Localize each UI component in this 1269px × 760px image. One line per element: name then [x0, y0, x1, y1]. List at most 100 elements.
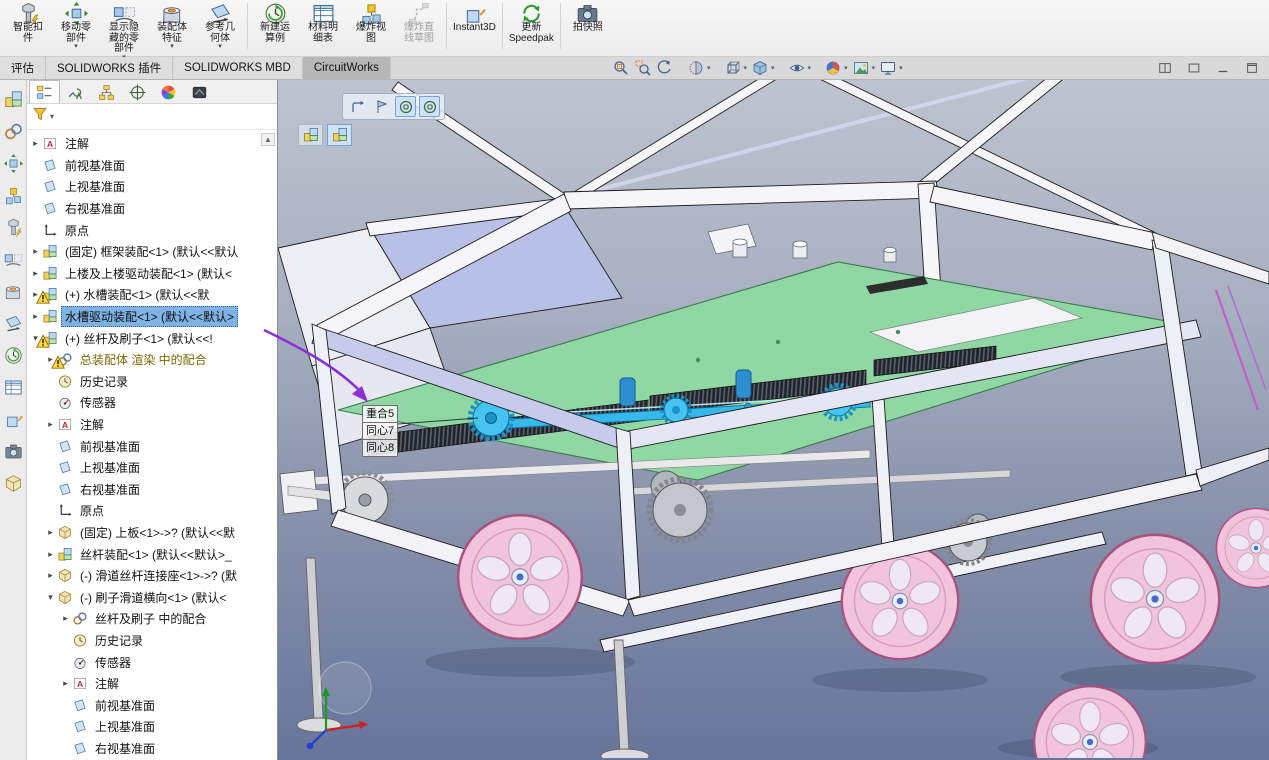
- tree-item[interactable]: 前视基准面: [27, 155, 277, 177]
- ribbon-button-explode-line-sketch[interactable]: 爆炸直 线草图: [395, 0, 443, 56]
- dropdown-caret-icon[interactable]: ▾: [218, 43, 222, 50]
- ribbon-button-exploded-view[interactable]: 爆炸视图: [347, 0, 395, 56]
- tree-item[interactable]: 上视基准面: [27, 457, 277, 479]
- component-pattern-button[interactable]: [4, 186, 23, 205]
- mate-callout-line[interactable]: 同心8: [362, 439, 399, 457]
- hide-show-items-caret-icon[interactable]: ▾: [808, 64, 812, 72]
- ribbon-button-take-snapshot[interactable]: 拍快照: [564, 0, 612, 56]
- expand-arrow-icon[interactable]: ▸: [59, 613, 72, 624]
- tree-item[interactable]: ▸ 水槽驱动装配<1> (默认<<默认>: [27, 306, 277, 328]
- ribbon-button-assembly-features[interactable]: 装配体 特征 ▾: [148, 0, 196, 56]
- tree-item[interactable]: 上视基准面: [27, 176, 277, 198]
- filter-funnel-icon[interactable]: [32, 106, 48, 127]
- exploded-view-button[interactable]: [4, 410, 23, 429]
- split-view-icon[interactable]: [1155, 58, 1175, 78]
- tree-item[interactable]: ▸ 丝杆装配<1> (默认<<默认>_: [27, 543, 277, 565]
- mate-button[interactable]: [4, 122, 23, 141]
- tree-item[interactable]: ▸ 上楼及上楼驱动装配<1> (默认<: [27, 263, 277, 285]
- section-view-caret-icon[interactable]: ▾: [707, 64, 711, 72]
- expand-arrow-icon[interactable]: ▸: [29, 246, 42, 257]
- tree-item[interactable]: 历史记录: [27, 371, 277, 393]
- mate-callout[interactable]: 重合5 同心7 同心8: [362, 405, 399, 457]
- pin-context[interactable]: [347, 96, 368, 117]
- edit-appearance-caret-icon[interactable]: ▾: [844, 64, 848, 72]
- ribbon-button-new-motion-study[interactable]: 新建运 算例: [251, 0, 299, 56]
- zoom-fit[interactable]: [611, 58, 631, 78]
- magenta-rods[interactable]: [1214, 285, 1267, 411]
- view-orientation[interactable]: [723, 58, 743, 78]
- tree-item[interactable]: 传感器: [27, 651, 277, 673]
- tree-item[interactable]: ▸ 总装配体 渲染 中的配合: [27, 349, 277, 371]
- expand-arrow-icon[interactable]: ▸: [44, 549, 57, 560]
- view-settings-caret-icon[interactable]: ▾: [899, 64, 903, 72]
- tree-item[interactable]: 上视基准面: [27, 716, 277, 738]
- ribbon-button-instant3d[interactable]: Instant3D: [450, 0, 499, 56]
- tree-scroll-up-button[interactable]: ▲: [261, 133, 275, 146]
- panel-tab-featuremanager-tree[interactable]: [29, 80, 60, 103]
- deck-cylinders[interactable]: [707, 223, 897, 263]
- insert-component-button[interactable]: [4, 90, 23, 109]
- expand-arrow-icon[interactable]: ▸: [44, 527, 57, 538]
- ribbon-button-bill-of-materials[interactable]: 材料明 细表: [299, 0, 347, 56]
- tree-item[interactable]: 右视基准面: [27, 198, 277, 220]
- panel-tab-ceswb-manager[interactable]: [184, 80, 215, 103]
- new-motion-study-button[interactable]: [4, 346, 23, 365]
- ribbon-button-reference-geometry[interactable]: 参考几 何体 ▾: [196, 0, 244, 56]
- panel-tab-dimxpertmanager[interactable]: [122, 80, 153, 103]
- part-button[interactable]: [4, 474, 23, 493]
- view-settings[interactable]: [878, 58, 898, 78]
- graphics-area[interactable]: 重合5 同心7 同心8: [278, 80, 1269, 760]
- previous-view[interactable]: [655, 58, 675, 78]
- reference-geometry-button[interactable]: [4, 314, 23, 333]
- tree-item[interactable]: ▾ (+) 丝杆及刷子<1> (默认<<!: [27, 327, 277, 349]
- gray-gear-cluster-center[interactable]: [646, 470, 714, 544]
- display-style-caret-icon[interactable]: ▾: [771, 64, 775, 72]
- dropdown-caret-icon[interactable]: ▾: [74, 43, 78, 50]
- apply-scene-caret-icon[interactable]: ▾: [872, 64, 876, 72]
- wheel-right[interactable]: [1089, 533, 1221, 665]
- expand-arrow-icon[interactable]: ▸: [44, 570, 57, 581]
- tree-item[interactable]: 前视基准面: [27, 694, 277, 716]
- tree-item[interactable]: ▸ (固定) 框架装配<1> (默认<<默认: [27, 241, 277, 263]
- ribbon-button-show-hidden-components[interactable]: 显示隐藏的零部件▾: [100, 0, 148, 61]
- apply-scene[interactable]: [851, 58, 871, 78]
- move-component-button[interactable]: [3, 154, 23, 173]
- display-style[interactable]: [750, 58, 770, 78]
- expand-arrow-icon[interactable]: ▸: [59, 678, 72, 689]
- filter-caret-icon[interactable]: ▾: [50, 112, 54, 121]
- edit-appearance[interactable]: [823, 58, 843, 78]
- minimize-pane-icon[interactable]: [1213, 58, 1233, 78]
- zoom-area[interactable]: [633, 58, 653, 78]
- expand-arrow-icon[interactable]: ▸: [29, 268, 42, 279]
- hide-show-items[interactable]: [787, 58, 807, 78]
- panel-tab-displaymanager[interactable]: [153, 80, 184, 103]
- ribbon-button-update-speedpak[interactable]: 更新 Speedpak: [506, 0, 557, 56]
- ribbon-button-move-component[interactable]: 移动零 部件 ▾: [52, 0, 100, 56]
- concentric-mate-1[interactable]: [395, 96, 416, 117]
- tree-item[interactable]: 右视基准面: [27, 479, 277, 501]
- tab-CircuitWorks[interactable]: CircuitWorks: [302, 57, 391, 79]
- dropdown-caret-icon[interactable]: ▾: [170, 43, 174, 50]
- expand-arrow-icon[interactable]: ▸: [29, 138, 42, 149]
- tree-item[interactable]: 前视基准面: [27, 435, 277, 457]
- tree-item[interactable]: ▸ (+) 水槽装配<1> (默认<<默: [27, 284, 277, 306]
- cad-model[interactable]: [278, 80, 1269, 758]
- tree-item[interactable]: ▸ 丝杆及刷子 中的配合: [27, 608, 277, 630]
- tree-item[interactable]: 历史记录: [27, 630, 277, 652]
- ribbon-button-smart-fastener[interactable]: 智能扣件: [4, 0, 52, 56]
- assembly-features-button[interactable]: [4, 282, 23, 301]
- take-snapshot-button[interactable]: [4, 442, 23, 461]
- tab-SOLIDWORKS 插件[interactable]: SOLIDWORKS 插件: [46, 57, 174, 79]
- tab-SOLIDWORKS MBD[interactable]: SOLIDWORKS MBD: [173, 57, 303, 79]
- expand-arrow-icon[interactable]: ▸: [29, 311, 42, 322]
- tree-item[interactable]: 传感器: [27, 392, 277, 414]
- smart-fasteners-button[interactable]: [4, 218, 23, 238]
- panel-tab-configurationmanager[interactable]: [91, 80, 122, 103]
- panel-tab-propertymanager[interactable]: [60, 80, 91, 103]
- mate-callout-line[interactable]: 重合5: [362, 405, 399, 423]
- tree-item[interactable]: ▸ (固定) 上板<1>->? (默认<<默: [27, 522, 277, 544]
- show-hidden-components-button[interactable]: [4, 250, 23, 269]
- wheel-bottom[interactable]: [1033, 685, 1147, 758]
- view-orientation-caret-icon[interactable]: ▾: [744, 64, 748, 72]
- tree-item[interactable]: 原点: [27, 500, 277, 522]
